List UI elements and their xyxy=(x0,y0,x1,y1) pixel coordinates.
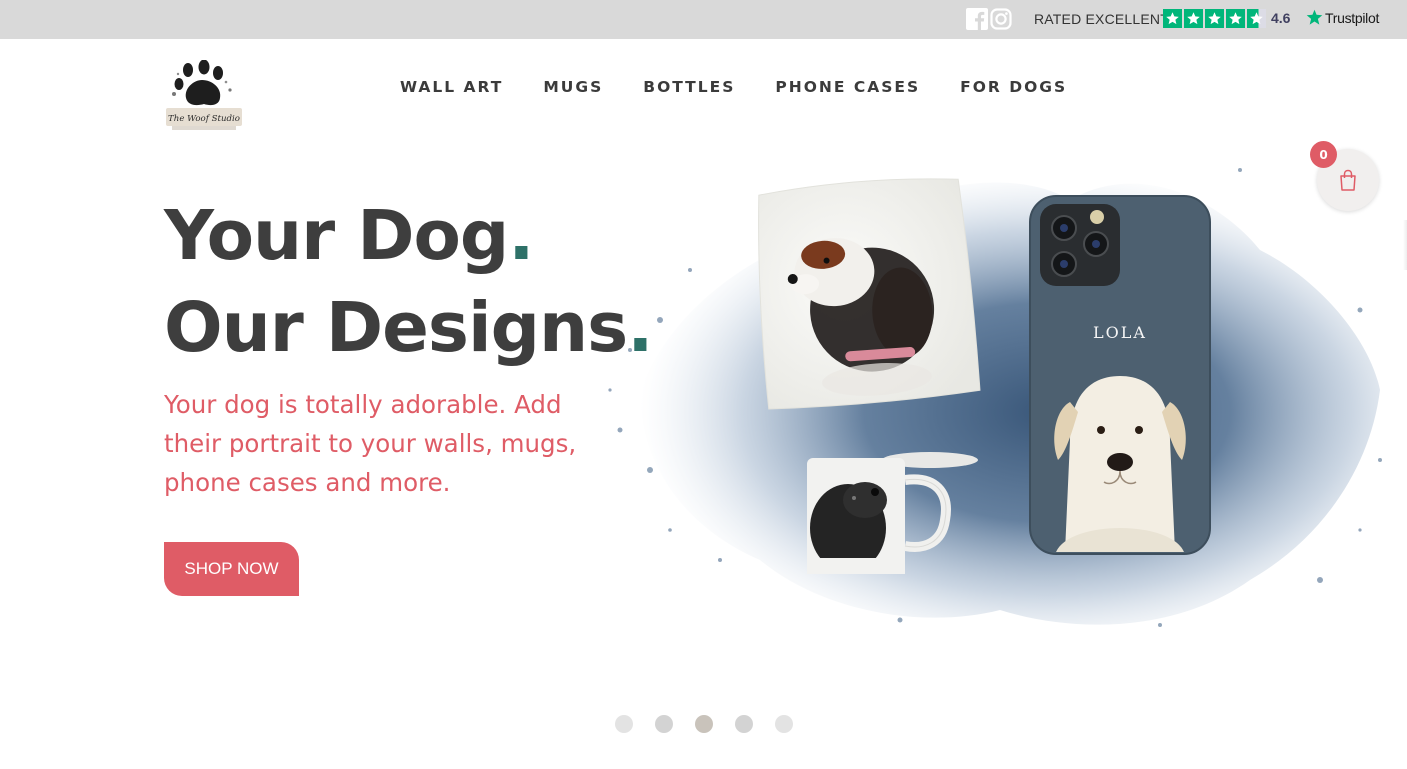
nav-for-dogs[interactable]: FOR DOGS xyxy=(960,78,1067,96)
rating-score: 4.6 xyxy=(1271,10,1291,26)
main-nav: WALL ART MUGS BOTTLES PHONE CASES FOR DO… xyxy=(400,78,1067,96)
slider-dot-active[interactable] xyxy=(695,715,713,733)
headline-line-1: Your Dog. xyxy=(164,196,535,276)
hero-subtitle: Your dog is totally adorable. Add their … xyxy=(164,390,577,497)
star-icon xyxy=(1226,9,1245,28)
nav-bottles[interactable]: BOTTLES xyxy=(643,78,735,96)
logo[interactable]: The Woof Studio xyxy=(164,60,244,136)
slider-dot[interactable] xyxy=(655,715,673,733)
top-bar: RATED EXCELLENT 4.6 Trustpilot xyxy=(0,0,1407,39)
instagram-icon[interactable] xyxy=(990,8,1012,30)
trustpilot-star-icon xyxy=(1306,9,1323,25)
rating-stars[interactable] xyxy=(1163,9,1266,28)
slider-dot[interactable] xyxy=(775,715,793,733)
facebook-icon[interactable] xyxy=(966,8,988,30)
hero-products-image: LOLA xyxy=(608,168,1382,627)
slider-pagination xyxy=(615,715,793,733)
headline-dot: . xyxy=(508,196,534,276)
trustpilot-link[interactable]: Trustpilot xyxy=(1306,9,1379,26)
rating-label: RATED EXCELLENT xyxy=(1034,11,1169,27)
slider-dot[interactable] xyxy=(735,715,753,733)
hero-headline: Your Dog. Our Designs. xyxy=(164,190,653,374)
logo-text: The Woof Studio xyxy=(168,114,240,124)
headline-line-2: Our Designs. xyxy=(164,288,653,368)
nav-phone-cases[interactable]: PHONE CASES xyxy=(775,78,920,96)
star-icon xyxy=(1163,9,1182,28)
nav-wall-art[interactable]: WALL ART xyxy=(400,78,503,96)
half-star-icon xyxy=(1247,9,1266,28)
side-panel-edge xyxy=(1403,220,1407,270)
star-icon xyxy=(1184,9,1203,28)
trustpilot-label: Trustpilot xyxy=(1325,9,1380,26)
social-links xyxy=(966,8,1012,30)
headline-dot: . xyxy=(627,288,653,368)
slider-dot[interactable] xyxy=(615,715,633,733)
phone-case-name: LOLA xyxy=(1093,323,1147,342)
nav-mugs[interactable]: MUGS xyxy=(543,78,603,96)
shop-now-button[interactable]: SHOP NOW xyxy=(164,542,299,596)
star-icon xyxy=(1205,9,1224,28)
